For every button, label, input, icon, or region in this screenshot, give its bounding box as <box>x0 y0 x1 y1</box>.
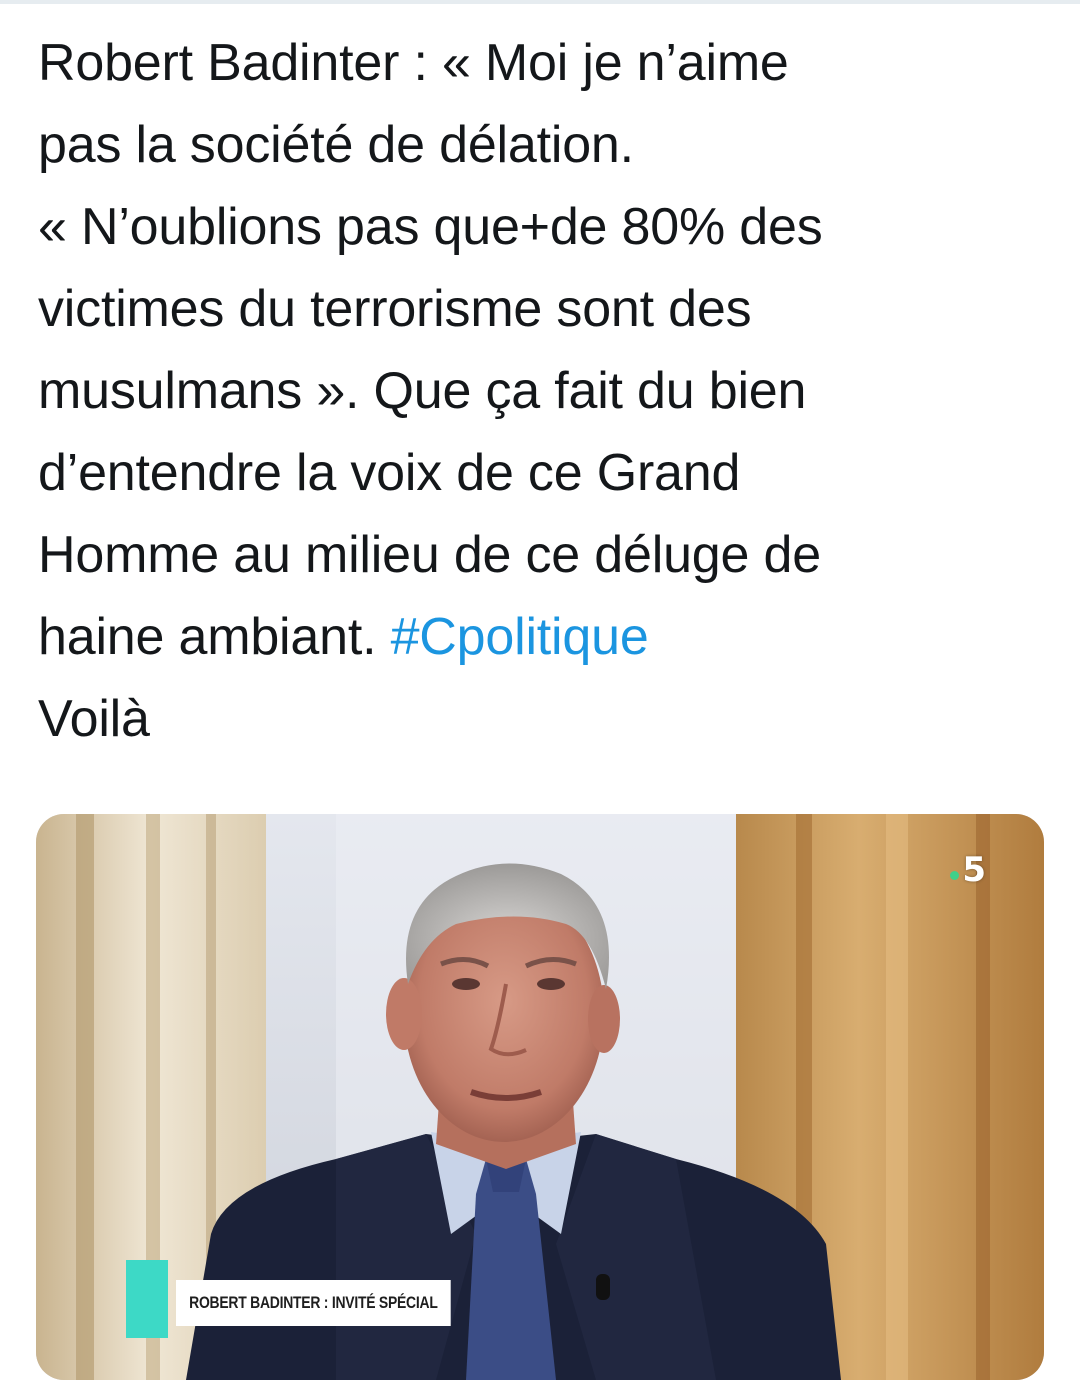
channel-logo-text: 5 <box>962 850 986 890</box>
tweet-line: Homme au milieu de ce déluge de <box>38 526 821 584</box>
channel-logo-dot-icon <box>950 870 960 880</box>
tweet-line: victimes du terrorisme sont des <box>38 280 752 338</box>
tweet-text: Robert Badinter : « Moi je n’aime pas la… <box>38 22 1048 760</box>
tweet-line: d’entendre la voix de ce Grand <box>38 444 741 502</box>
tweet-line-text: haine ambiant. <box>38 608 391 666</box>
tweet-line-with-hashtag: haine ambiant. #Cpolitique <box>38 596 1048 678</box>
chyron-caption: ROBERT BADINTER : INVITÉ SPÉCIAL <box>176 1280 451 1326</box>
tweet-line: musulmans ». Que ça fait du bien <box>38 362 807 420</box>
channel-logo: 5 <box>950 850 986 890</box>
video-thumbnail[interactable]: 5 ROBERT BADINTER : INVITÉ SPÉCIAL <box>36 814 1044 1380</box>
tweet-line: Voilà <box>38 690 150 748</box>
chyron-accent <box>126 1260 168 1338</box>
tweet-line: pas la société de délation. <box>38 116 634 174</box>
tweet-line: « N’oublions pas que+de 80% des <box>38 198 823 256</box>
hashtag-link[interactable]: #Cpolitique <box>391 608 649 666</box>
top-divider <box>0 0 1080 4</box>
tweet-line: Robert Badinter : « Moi je n’aime <box>38 34 789 92</box>
